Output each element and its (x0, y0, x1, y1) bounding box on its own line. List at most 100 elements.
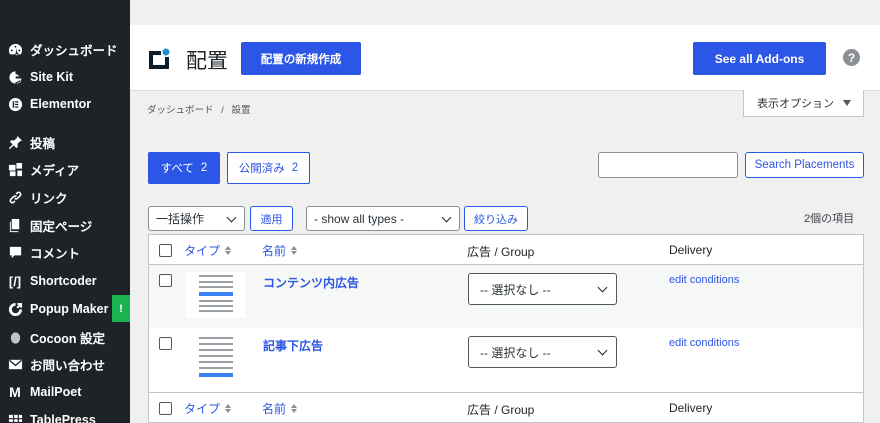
filter-button[interactable]: 絞り込み (464, 206, 528, 231)
sidebar-item-label: Popup Maker (30, 302, 109, 316)
breadcrumb-separator: / (221, 105, 224, 116)
chevron-down-icon (597, 282, 608, 293)
type-filter-select[interactable]: - show all types - (306, 206, 460, 231)
advanced-ads-logo-icon (149, 48, 170, 69)
sidebar-item-label: Cocoon 設定 (30, 331, 105, 346)
sidebar-item-label: ダッシュボード (30, 43, 118, 58)
sidebar-item-label: リンク (30, 191, 68, 206)
apply-button[interactable]: 適用 (250, 206, 293, 231)
sidebar-item-cocoon[interactable]: Cocoon 設定 (0, 323, 130, 351)
table-row: コンテンツ内広告 -- 選択なし -- edit conditions (149, 265, 863, 328)
sidebar-item-comments[interactable]: コメント (0, 238, 130, 266)
sort-icon (291, 246, 298, 255)
sidebar-item-label: 投稿 (30, 136, 56, 151)
filter-published-label: 公開済み (238, 163, 285, 175)
chevron-down-icon (441, 212, 452, 223)
sort-icon (225, 246, 232, 255)
row-checkbox[interactable] (159, 337, 172, 350)
table-footer: タイプ 名前 広告 / Group Delivery (149, 392, 863, 423)
sidebar-item-label: お問い合わせ (30, 358, 106, 373)
sidebar-item-label: コメント (30, 246, 81, 261)
filter-published-tab[interactable]: 公開済み 2 (227, 152, 310, 184)
row-checkbox[interactable] (159, 274, 172, 287)
sidebar-item-pages[interactable]: 固定ページ (0, 211, 130, 239)
dashboard-icon (7, 41, 23, 57)
bulk-action-value: 一括操作 (156, 212, 205, 226)
placement-name-link[interactable]: 記事下広告 (263, 337, 323, 354)
sidebar-item-media[interactable]: メディア (0, 155, 130, 183)
sidebar-item-tablepress[interactable]: TablePress (0, 406, 130, 423)
chevron-down-icon (226, 212, 237, 223)
see-all-addons-button[interactable]: See all Add-ons (693, 42, 826, 75)
placements-table: タイプ 名前 広告 / Group Delivery コンテンツ内広告 -- 選… (148, 234, 864, 423)
search-input[interactable] (598, 152, 738, 178)
sidebar-item-site-kit[interactable]: Site Kit (0, 63, 130, 91)
column-type-label: タイプ (184, 244, 221, 258)
filter-all-tab[interactable]: すべて 2 (148, 152, 220, 184)
ad-group-select-value: -- 選択なし -- (480, 345, 551, 360)
filter-all-count: 2 (200, 162, 208, 174)
sidebar-item-label: Site Kit (30, 70, 74, 84)
content-ad-type-thumbnail-icon (186, 272, 245, 318)
select-all-checkbox[interactable] (159, 402, 172, 415)
sort-icon (291, 404, 298, 413)
admin-sidebar: ダッシュボード Site Kit Elementor 投稿 メディア リンク 固… (0, 0, 130, 423)
filter-published-count: 2 (291, 162, 299, 174)
column-ad-group-header: 広告 / Group (467, 245, 535, 259)
sidebar-item-elementor[interactable]: Elementor (0, 90, 130, 118)
type-filter-value: - show all types - (314, 211, 405, 226)
table-header: タイプ 名前 広告 / Group Delivery (149, 235, 863, 265)
ad-group-select[interactable]: -- 選択なし -- (468, 336, 617, 368)
sidebar-item-shortcoder[interactable]: [/] Shortcoder (0, 267, 130, 295)
column-type-header[interactable]: タイプ (184, 400, 232, 417)
column-type-label: タイプ (184, 402, 221, 416)
page-icon (7, 217, 23, 233)
sidebar-item-popup-maker[interactable]: Popup Maker ! (0, 295, 130, 323)
edit-conditions-link[interactable]: edit conditions (669, 274, 739, 286)
popup-maker-icon (7, 301, 23, 317)
notification-badge: ! (112, 295, 130, 322)
screen-options-toggle[interactable]: 表示オプション (743, 90, 864, 117)
media-icon (7, 161, 23, 177)
chevron-down-icon (597, 345, 608, 356)
column-name-header[interactable]: 名前 (262, 242, 298, 259)
elementor-icon (7, 96, 23, 112)
items-count: 2個の項目 (804, 213, 855, 225)
post-bottom-ad-type-thumbnail-icon (186, 335, 245, 381)
sidebar-item-label: メディア (30, 163, 80, 178)
breadcrumb: ダッシュボード / 設置 (147, 102, 250, 116)
column-ad-group-header: 広告 / Group (467, 403, 535, 417)
ad-group-select[interactable]: -- 選択なし -- (468, 273, 617, 305)
search-placements-button[interactable]: Search Placements (745, 152, 864, 178)
sidebar-item-label: 固定ページ (30, 219, 93, 234)
column-type-header[interactable]: タイプ (184, 242, 232, 259)
cocoon-icon (7, 329, 23, 345)
shortcoder-icon: [/] (8, 273, 22, 289)
new-placement-button[interactable]: 配置の新規作成 (241, 42, 361, 75)
breadcrumb-current: 設置 (231, 105, 251, 116)
page-title: 配置 (186, 50, 228, 73)
sidebar-item-label: Elementor (30, 97, 92, 111)
mail-icon (7, 356, 23, 372)
link-icon (7, 189, 23, 205)
help-icon[interactable]: ? (843, 49, 860, 66)
column-name-header[interactable]: 名前 (262, 400, 298, 417)
placement-name-link[interactable]: コンテンツ内広告 (263, 274, 359, 291)
select-all-checkbox[interactable] (159, 244, 172, 257)
edit-conditions-link[interactable]: edit conditions (669, 337, 739, 349)
breadcrumb-parent[interactable]: ダッシュボード (147, 105, 214, 116)
sidebar-item-label: MailPoet (30, 385, 82, 399)
sidebar-item-posts[interactable]: 投稿 (0, 128, 130, 156)
caret-down-icon (843, 100, 851, 106)
site-kit-icon (7, 69, 23, 85)
sidebar-item-dashboard[interactable]: ダッシュボード (0, 35, 130, 63)
sort-icon (225, 404, 232, 413)
sidebar-item-contact[interactable]: お問い合わせ (0, 350, 130, 378)
mailpoet-icon: M (9, 384, 21, 400)
column-delivery-header: Delivery (669, 243, 713, 257)
column-delivery-header: Delivery (669, 401, 713, 415)
sidebar-item-mailpoet[interactable]: M MailPoet (0, 378, 130, 406)
pin-icon (7, 134, 23, 150)
bulk-action-select[interactable]: 一括操作 (148, 206, 245, 231)
sidebar-item-links[interactable]: リンク (0, 183, 130, 211)
